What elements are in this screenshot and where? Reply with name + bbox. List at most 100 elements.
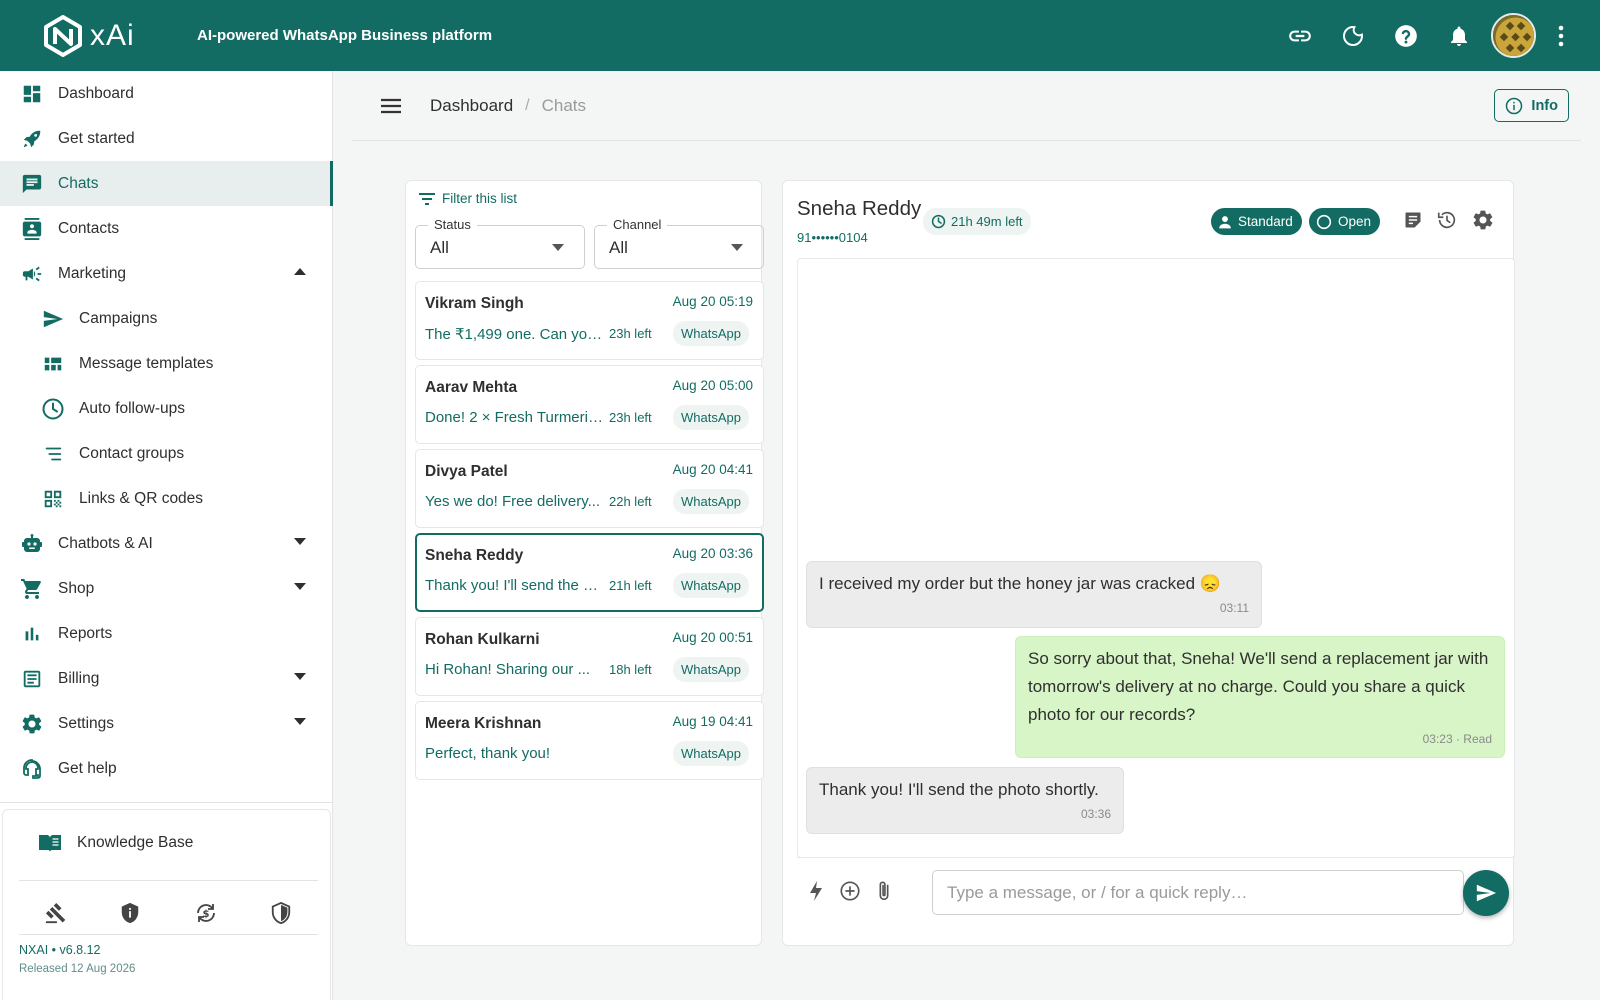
chat-preview: Yes we do! Free delivery...: [425, 493, 601, 510]
sidebar-item-auto-follow-ups[interactable]: Auto follow-ups: [0, 386, 332, 431]
svg-text:$: $: [202, 909, 209, 920]
tier-badge[interactable]: Standard: [1211, 208, 1302, 235]
chat-list-item[interactable]: Aarav Mehta Aug 20 05:00 Done! 2 × Fresh…: [415, 365, 764, 444]
sidebar-item-links-qr[interactable]: Links & QR codes: [0, 476, 332, 521]
clock-icon: [931, 214, 946, 229]
chat-list-panel: Filter this list Status All Channel All …: [405, 180, 764, 946]
sidebar-item-get-started[interactable]: Get started: [0, 116, 332, 161]
link-icon[interactable]: [1273, 9, 1326, 62]
moon-icon[interactable]: [1326, 9, 1379, 62]
sidebar-item-marketing[interactable]: Marketing: [0, 251, 332, 296]
template-icon: [41, 352, 65, 376]
lightning-icon[interactable]: [807, 880, 825, 902]
sidebar-item-label: Message templates: [79, 354, 214, 372]
chat-list-item-selected[interactable]: Sneha Reddy Aug 20 03:36 Thank you! I'll…: [415, 533, 764, 612]
sidebar-item-label: Links & QR codes: [79, 489, 204, 507]
chat-contact-name: Rohan Kulkarni: [425, 631, 540, 648]
chat-list-item[interactable]: Rohan Kulkarni Aug 20 00:51 Hi Rohan! Sh…: [415, 617, 764, 696]
status-select-value: All: [430, 238, 449, 257]
status-label: Open: [1338, 214, 1372, 229]
info-button[interactable]: Info: [1494, 89, 1569, 122]
filter-icon: [418, 192, 436, 206]
dropdown-arrow-icon: [552, 244, 564, 251]
sidebar-item-settings[interactable]: Settings: [0, 701, 332, 746]
conversation-panel: Sneha Reddy 91••••••0104 21h 49m left St…: [782, 180, 1515, 946]
gavel-icon[interactable]: [45, 902, 67, 924]
chat-list-item[interactable]: Divya Patel Aug 20 04:41 Yes we do! Free…: [415, 449, 764, 528]
breadcrumb-home[interactable]: Dashboard: [430, 96, 513, 116]
knowledge-base-card: Knowledge Base $ NXAI • v6.8.12 Released…: [2, 809, 331, 1000]
sidebar-item-label: Get help: [58, 759, 117, 777]
avatar[interactable]: [1491, 13, 1536, 58]
chat-time-left: 22h left: [609, 494, 652, 509]
sidebar-item-reports[interactable]: Reports: [0, 611, 332, 656]
book-icon: [37, 832, 63, 854]
info-button-label: Info: [1531, 97, 1558, 114]
robot-icon: [20, 532, 44, 556]
status-select[interactable]: Status All: [415, 217, 585, 269]
sidebar-item-label: Campaigns: [79, 309, 158, 327]
gear-icon[interactable]: [1471, 208, 1495, 232]
history-icon[interactable]: [1436, 209, 1458, 231]
help-icon[interactable]: [1379, 9, 1432, 62]
person-icon: [1218, 215, 1232, 229]
status-badge[interactable]: Open: [1309, 208, 1381, 235]
sidebar-item-campaigns[interactable]: Campaigns: [0, 296, 332, 341]
sidebar-item-billing[interactable]: Billing: [0, 656, 332, 701]
sidebar-item-get-help[interactable]: Get help: [0, 746, 332, 791]
sidebar-item-label: Billing: [58, 669, 100, 687]
add-circle-icon[interactable]: [839, 880, 861, 902]
nx-logo-icon: [44, 14, 82, 57]
menu-icon[interactable]: [380, 98, 402, 114]
chat-preview: Thank you! I'll send the photo shortly.: [425, 577, 603, 594]
brand-logo[interactable]: xAi: [42, 14, 197, 58]
tier-label: Standard: [1238, 214, 1293, 229]
sidebar-item-chatbots-ai[interactable]: Chatbots & AI: [0, 521, 332, 566]
billing-icon: [20, 667, 44, 691]
chat-list-item[interactable]: Meera Krishnan Aug 19 04:41 Perfect, tha…: [415, 701, 764, 780]
chat-preview: Perfect, thank you!: [425, 745, 551, 762]
message-text: So sorry about that, Sneha! We'll send a…: [1028, 649, 1489, 724]
shield-info-icon[interactable]: [119, 902, 141, 924]
sidebar-item-label: Marketing: [58, 264, 127, 282]
send-button[interactable]: [1463, 870, 1509, 916]
contacts-icon: [20, 217, 44, 241]
paperclip-icon[interactable]: [875, 880, 893, 902]
chat-timestamp: Aug 20 05:19: [672, 294, 753, 309]
shield-icon[interactable]: [270, 902, 292, 924]
message-time: 03:36: [1080, 807, 1111, 821]
chat-time-left: 21h left: [609, 578, 652, 593]
message-composer: Type a message, or / for a quick reply…: [797, 857, 1515, 927]
sidebar-item-label: Get started: [58, 129, 135, 147]
refund-icon[interactable]: $: [194, 901, 218, 925]
channel-badge: WhatsApp: [673, 489, 749, 514]
circle-outline-icon: [1316, 214, 1332, 230]
breadcrumb-separator: /: [525, 96, 530, 114]
chat-time-left: 23h left: [609, 410, 652, 425]
chat-timestamp: Aug 19 04:41: [672, 714, 753, 729]
notes-icon[interactable]: [1403, 210, 1423, 230]
channel-badge: WhatsApp: [673, 741, 749, 766]
sidebar-item-contacts[interactable]: Contacts: [0, 206, 332, 251]
conversation-contact-name: Sneha Reddy: [797, 197, 922, 220]
sidebar-item-shop[interactable]: Shop: [0, 566, 332, 611]
channel-select[interactable]: Channel All: [594, 217, 764, 269]
bell-icon[interactable]: [1432, 9, 1485, 62]
filter-list-link[interactable]: Filter this list: [418, 191, 517, 206]
message-outgoing: So sorry about that, Sneha! We'll send a…: [1015, 636, 1505, 758]
chat-time-left: 23h left: [609, 326, 652, 341]
sidebar-item-dashboard[interactable]: Dashboard: [0, 71, 332, 116]
sidebar-item-message-templates[interactable]: Message templates: [0, 341, 332, 386]
message-input[interactable]: Type a message, or / for a quick reply…: [932, 870, 1464, 915]
sidebar-item-contact-groups[interactable]: Contact groups: [0, 431, 332, 476]
more-vert-icon[interactable]: [1546, 9, 1576, 62]
sidebar-item-label: Dashboard: [58, 84, 134, 102]
sidebar-item-chats[interactable]: Chats: [0, 161, 333, 206]
message-text: Thank you! I'll send the photo shortly.: [819, 780, 1099, 799]
chat-list-item[interactable]: Vikram Singh Aug 20 05:19 The ₹1,499 one…: [415, 281, 764, 360]
breadcrumb-current: Chats: [541, 95, 587, 115]
clock-icon: [41, 397, 65, 421]
knowledge-base-link[interactable]: Knowledge Base: [37, 832, 193, 854]
header-tagline: AI-powered WhatsApp Business platform: [197, 27, 493, 44]
channel-select-label: Channel: [607, 217, 668, 232]
